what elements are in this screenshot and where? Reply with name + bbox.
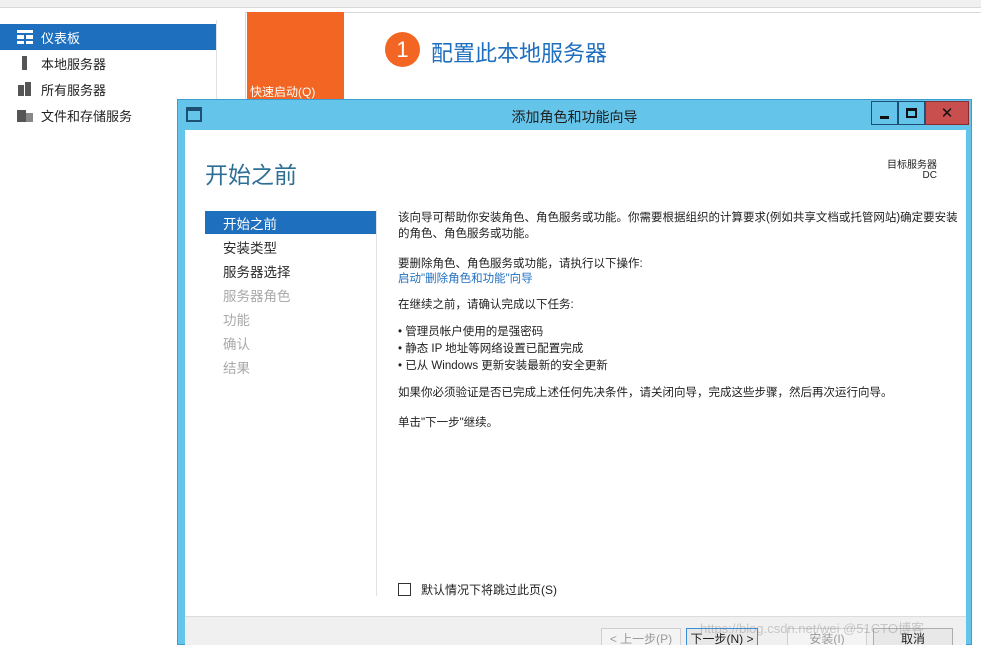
sidebar-item-label: 所有服务器 [41,82,107,98]
task-item: 管理员帐户使用的是强密码 [398,324,958,340]
sidebar-item-dashboard[interactable]: 仪表板 [0,24,216,50]
wizard-nav-installation-type[interactable]: 安装类型 [205,235,376,258]
task-item: 已从 Windows 更新安装最新的安全更新 [398,358,958,374]
close-icon: ✕ [940,105,954,122]
previous-button[interactable]: < 上一步(P) [601,628,681,645]
add-roles-wizard-dialog: 添加角色和功能向导 ✕ 开始之前 目标服务器 DC 开始之前 安装类型 服务器选… [177,99,972,645]
dashboard-icon [17,30,33,44]
remove-roles-link-text[interactable]: 启动"删除角色和功能"向导 [398,273,533,285]
nav-divider [376,210,377,596]
target-server-label: 目标服务器 [887,160,937,171]
maximize-button[interactable] [898,101,925,125]
dialog-client: 开始之前 目标服务器 DC 开始之前 安装类型 服务器选择 服务器角色 功能 确… [185,130,966,645]
wizard-nav-before-you-begin[interactable]: 开始之前 [205,211,376,234]
dialog-titlebar[interactable]: 添加角色和功能向导 ✕ [178,100,971,130]
skip-page-label: 默认情况下将跳过此页(S) [421,583,557,597]
quick-start-label: 快速启动(Q) [250,85,316,99]
minimize-button[interactable] [871,101,898,125]
files-storage-icon [17,108,33,122]
minimize-icon [880,115,889,119]
step-number-badge: 1 [385,32,420,67]
configure-local-server-link[interactable]: 配置此本地服务器 [431,36,607,68]
dialog-title: 添加角色和功能向导 [511,109,638,125]
wizard-nav-server-selection[interactable]: 服务器选择 [205,259,376,282]
wizard-nav-confirmation: 确认 [223,336,250,352]
top-strip [0,0,981,8]
close-button[interactable]: ✕ [925,101,969,125]
servers-icon [17,82,33,96]
watermark: https://blog.csdn.net/wei @51CTO博客 [700,621,924,636]
sidebar-item-label: 文件和存储服务 [41,108,133,124]
sidebar-item-label: 本地服务器 [41,56,107,72]
task-item: 静态 IP 地址等网络设置已配置完成 [398,341,958,357]
skip-page-option[interactable]: 默认情况下将跳过此页(S) [398,581,557,598]
next-hint-text: 单击"下一步"继续。 [398,417,499,429]
wizard-nav-server-roles: 服务器角色 [223,288,291,304]
page-title: 开始之前 [205,162,297,188]
wizard-nav-features: 功能 [223,312,250,328]
server-icon [17,56,33,70]
intro-text: 该向导可帮助你安装角色、角色服务或功能。你需要根据组织的计算要求(例如共享文档或… [398,212,958,240]
sidebar-item-local-server[interactable]: 本地服务器 [0,50,216,76]
target-server-value: DC [922,170,937,181]
prerequisite-note: 如果你必须验证是否已完成上述任何先决条件，请关闭向导，完成这些步骤，然后再次运行… [398,387,893,399]
remove-roles-link[interactable]: 启动"删除角色和功能"向导 [398,271,533,287]
remove-roles-text: 要删除角色、角色服务或功能，请执行以下操作: [398,258,643,270]
before-continue-text: 在继续之前，请确认完成以下任务: [398,299,574,311]
wizard-nav-results: 结果 [223,360,250,376]
sidebar-item-label: 仪表板 [41,30,81,46]
maximize-icon [906,108,917,118]
desktop: 仪表板 本地服务器 所有服务器 文件和存储服务 快速启动(Q) 1 配置此本地服… [0,0,981,645]
skip-page-checkbox[interactable] [398,583,411,596]
